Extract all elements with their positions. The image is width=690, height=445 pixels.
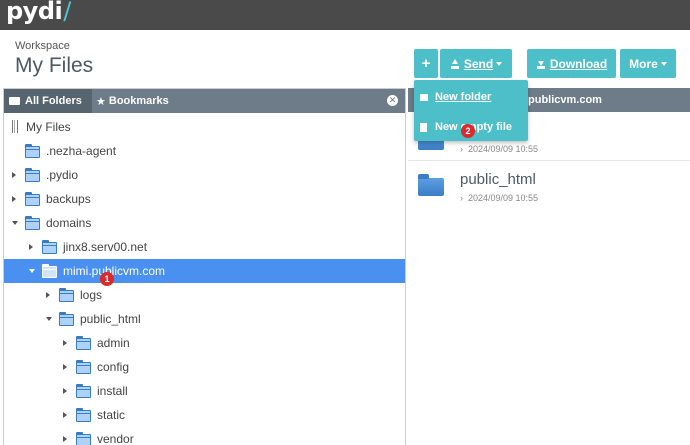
plus-icon: + [421, 55, 431, 72]
upload-icon [450, 58, 460, 69]
logo-text: pydi [6, 0, 63, 25]
tree-item[interactable]: .pydio [4, 163, 405, 187]
folder-icon [76, 432, 91, 445]
tree-item-label: install [97, 384, 128, 398]
folder-icon [59, 288, 74, 302]
folder-tree-panel: All Folders ★ Bookmarks ✕ My Files .nezha… [3, 88, 406, 445]
folder-icon [25, 192, 40, 206]
file-icon [420, 123, 427, 132]
chevron-right-icon[interactable] [12, 172, 16, 178]
chevron-down-icon [660, 61, 667, 66]
folder-icon [420, 94, 428, 101]
tab-all-folders-label: All Folders [25, 95, 82, 107]
folder-icon [42, 264, 57, 278]
tree-item-label: public_html [80, 312, 141, 326]
folder-icon [25, 144, 40, 158]
menu-item-new-folder[interactable]: New folder [414, 83, 528, 111]
download-label: Download [549, 56, 608, 71]
tree-item[interactable]: .nezha-agent [4, 139, 405, 163]
chevron-down-icon[interactable] [46, 317, 52, 321]
file-date: › 2024/09/09 10:55 [460, 144, 539, 154]
tree-item-label: static [97, 408, 126, 422]
tab-bookmarks[interactable]: ★ Bookmarks [94, 89, 169, 113]
tree-item[interactable]: mimi.publicvm.com [4, 259, 405, 283]
download-button[interactable]: Download [527, 49, 616, 78]
tree-item[interactable]: config [4, 355, 405, 379]
folder-icon [25, 216, 40, 230]
folder-icon [76, 384, 91, 398]
folder-icon [59, 312, 74, 326]
folder-icon [76, 336, 91, 350]
tree-item-label: domains [46, 216, 92, 230]
file-list-item[interactable]: public_html › 2024/09/09 10:55 [408, 168, 690, 216]
top-bar: pydi/ [0, 0, 690, 30]
chevron-right-icon[interactable] [29, 244, 33, 250]
star-icon: ★ [96, 95, 106, 108]
more-label: More [629, 56, 658, 71]
root-icon [12, 120, 18, 133]
pydio-logo[interactable]: pydi/ [6, 0, 71, 25]
tree-item-label: logs [80, 288, 103, 302]
folder-icon [76, 360, 91, 374]
tree-item-label: backups [46, 192, 91, 206]
tree-item-label: .nezha-agent [46, 144, 117, 158]
tree-item-label: My Files [26, 120, 71, 134]
chevron-right-icon[interactable] [46, 292, 50, 298]
chevron-right-icon[interactable] [63, 388, 67, 394]
workspace-label: Workspace [15, 40, 70, 52]
download-icon [536, 59, 546, 69]
folder-open-icon [9, 97, 20, 105]
annotation-badge-1: 1 [100, 272, 114, 286]
folder-icon [418, 174, 444, 196]
file-name: public_html [460, 171, 536, 188]
divider [408, 160, 690, 161]
tree-item[interactable]: static [4, 403, 405, 427]
tab-bookmarks-label: Bookmarks [108, 95, 169, 107]
send-button[interactable]: Send [440, 49, 512, 78]
tree-item[interactable]: backups [4, 187, 405, 211]
tree-item-label: mimi.publicvm.com [63, 264, 166, 278]
add-button[interactable]: + [414, 49, 438, 78]
tree-item[interactable]: domains [4, 211, 405, 235]
tab-all-folders[interactable]: All Folders [4, 89, 92, 113]
annotation-badge-2: 2 [461, 124, 475, 138]
folder-panel-header: All Folders ★ Bookmarks ✕ [4, 89, 405, 113]
send-label: Send [463, 56, 494, 71]
close-icon[interactable]: ✕ [387, 95, 398, 106]
logo-slash: / [63, 0, 71, 25]
tree-item-label: admin [97, 336, 130, 350]
tree-item[interactable]: jinx8.serv00.net [4, 235, 405, 259]
chevron-down-icon[interactable] [12, 221, 18, 225]
menu-item-label: New folder [435, 91, 492, 103]
folder-icon [25, 168, 40, 182]
tree-item[interactable]: admin [4, 331, 405, 355]
tree-item[interactable]: install [4, 379, 405, 403]
tree-item-label: .pydio [46, 168, 79, 182]
file-date: › 2024/09/09 10:55 [460, 193, 539, 203]
tree-item[interactable]: vendor [4, 427, 405, 445]
chevron-right-icon[interactable] [63, 436, 67, 442]
file-list-header-path: publicvm.com [528, 94, 602, 106]
chevron-right-icon[interactable] [63, 412, 67, 418]
chevron-down-icon[interactable] [29, 269, 35, 273]
tree-item-label: vendor [97, 432, 134, 445]
folder-icon [76, 408, 91, 422]
tree-item[interactable]: logs [4, 283, 405, 307]
more-button[interactable]: More [620, 49, 676, 78]
chevron-down-icon [496, 61, 503, 66]
tree-item[interactable]: public_html [4, 307, 405, 331]
chevron-right-icon[interactable] [12, 196, 16, 202]
tree-item-label: config [97, 360, 130, 374]
tree-item-label: jinx8.serv00.net [63, 240, 148, 254]
tree-item[interactable]: My Files [4, 115, 405, 139]
chevron-right-icon[interactable] [63, 340, 67, 346]
chevron-right-icon[interactable] [63, 364, 67, 370]
folder-icon [42, 240, 57, 254]
page-title: My Files [15, 54, 94, 77]
